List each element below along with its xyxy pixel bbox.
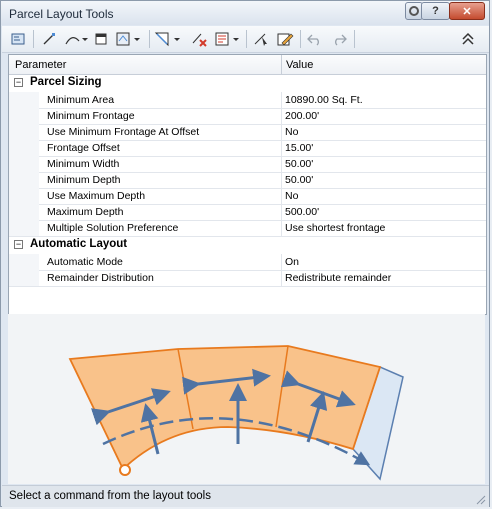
param-value[interactable]: No (285, 190, 298, 202)
table-row[interactable]: Automatic Mode On (9, 254, 486, 271)
collapse-icon[interactable]: − (14, 78, 23, 87)
param-name: Maximum Depth (47, 206, 124, 218)
param-value[interactable]: 500.00' (285, 206, 319, 218)
param-name: Frontage Offset (47, 142, 120, 154)
table-row[interactable]: Minimum Area 10890.00 Sq. Ft. (9, 92, 486, 109)
value-column-header[interactable]: Value (286, 59, 313, 71)
param-value[interactable]: On (285, 256, 299, 268)
grid-header: Parameter Value (9, 55, 486, 75)
param-value[interactable]: 10890.00 Sq. Ft. (285, 94, 363, 106)
param-value[interactable]: 50.00' (285, 158, 313, 170)
parcel-union-dropdown-icon[interactable] (214, 30, 242, 48)
help-button[interactable]: ? (421, 2, 450, 20)
table-row[interactable]: Use Minimum Frontage At Offset No (9, 124, 486, 141)
frame-tool-icon[interactable] (93, 30, 109, 48)
param-name: Multiple Solution Preference (47, 222, 179, 234)
param-value[interactable]: No (285, 126, 298, 138)
table-row[interactable]: Minimum Width 50.00' (9, 156, 486, 173)
parcel-edit-dropdown-icon[interactable] (115, 30, 143, 48)
title-bar: Parcel Layout Tools ? ✕ (1, 1, 489, 25)
category-parcel-sizing[interactable]: − Parcel Sizing (9, 75, 486, 91)
table-row[interactable]: Maximum Depth 500.00' (9, 204, 486, 221)
table-row[interactable]: Remainder Distribution Redistribute remai… (9, 270, 486, 287)
resize-grip-icon[interactable] (476, 495, 486, 505)
sub-entity-editor-icon[interactable] (276, 30, 294, 48)
param-name: Use Maximum Depth (47, 190, 146, 202)
parcel-layout-illustration (8, 314, 485, 484)
collapse-icon[interactable]: − (14, 240, 23, 249)
category-label: Parcel Sizing (30, 76, 102, 88)
status-text: Select a command from the layout tools (9, 490, 211, 502)
param-value[interactable]: 15.00' (285, 142, 313, 154)
table-row[interactable]: Frontage Offset 15.00' (9, 140, 486, 157)
param-name: Minimum Width (47, 158, 120, 170)
param-name: Use Minimum Frontage At Offset (47, 126, 200, 138)
collapse-panel-icon[interactable] (460, 30, 476, 48)
table-row[interactable]: Minimum Depth 50.00' (9, 172, 486, 189)
table-row[interactable]: Use Maximum Depth No (9, 188, 486, 205)
parcel-lots (68, 345, 382, 471)
param-name: Minimum Area (47, 94, 115, 106)
start-point-marker (119, 464, 131, 476)
status-bar: Select a command from the layout tools (2, 485, 489, 507)
parameter-grid: Parameter Value − Parcel Sizing Minimum … (8, 54, 487, 315)
arc-tool-icon[interactable] (64, 30, 88, 48)
parcel-diagram (68, 345, 404, 481)
pick-sub-entity-icon[interactable] (253, 30, 271, 48)
parcel-sizing-icon[interactable] (10, 30, 26, 48)
param-name: Remainder Distribution (47, 272, 154, 284)
category-automatic-layout[interactable]: − Automatic Layout (9, 237, 486, 253)
table-row[interactable]: Multiple Solution Preference Use shortest… (9, 220, 486, 237)
param-name: Minimum Depth (47, 174, 121, 186)
delete-sub-entity-icon[interactable] (191, 30, 209, 48)
param-value[interactable]: 200.00' (285, 110, 319, 122)
line-tool-icon[interactable] (41, 30, 57, 48)
redo-icon[interactable] (330, 30, 348, 48)
param-value[interactable]: Redistribute remainder (285, 272, 391, 284)
toolbar (2, 26, 489, 53)
parameter-column-header[interactable]: Parameter (15, 59, 66, 71)
param-value[interactable]: Use shortest frontage (285, 222, 385, 234)
param-name: Minimum Frontage (47, 110, 135, 122)
window-title: Parcel Layout Tools (9, 7, 114, 21)
undo-icon[interactable] (306, 30, 324, 48)
param-value[interactable]: 50.00' (285, 174, 313, 186)
param-name: Automatic Mode (47, 256, 123, 268)
category-label: Automatic Layout (30, 238, 128, 250)
parcel-layout-tools-window: Parcel Layout Tools ? ✕ Parameter Value … (0, 0, 490, 507)
close-button[interactable]: ✕ (449, 2, 485, 20)
lot-line-dropdown-icon[interactable] (154, 30, 184, 48)
table-row[interactable]: Minimum Frontage 200.00' (9, 108, 486, 125)
